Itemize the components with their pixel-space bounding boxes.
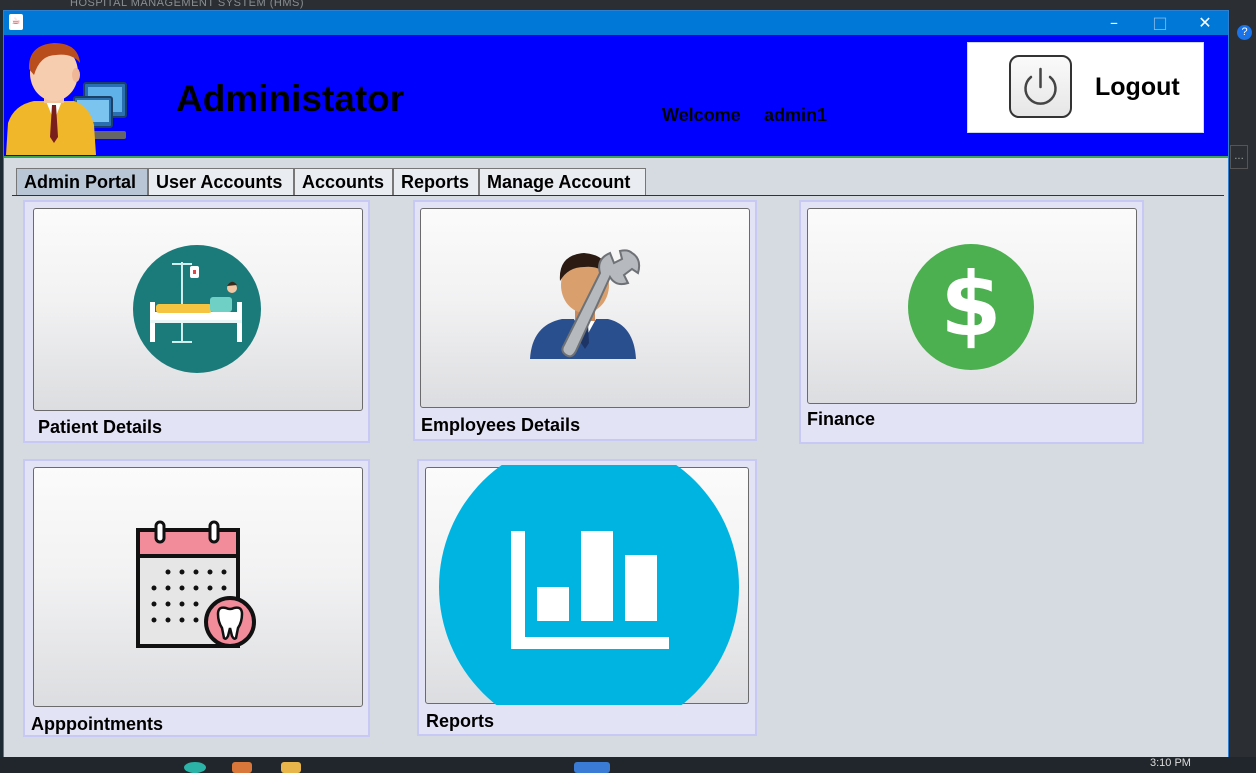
help-icon[interactable]: ? (1237, 25, 1252, 40)
reports-button[interactable] (425, 465, 749, 705)
background-more-button[interactable]: ... (1230, 145, 1248, 169)
page-title: Administator (176, 78, 405, 119)
app-window: ☕ – □ ✕ Administator Welcome admin1 Logo… (3, 10, 1229, 761)
patient-details-button[interactable] (33, 208, 363, 411)
bar-chart-icon (439, 465, 739, 705)
dollar-icon: $ (908, 244, 1034, 370)
tab-reports[interactable]: Reports (393, 168, 479, 195)
finance-panel: $ Finance (799, 200, 1144, 444)
maximize-button[interactable]: □ (1137, 11, 1183, 35)
appointments-button[interactable] (33, 467, 363, 707)
taskbar-app-icon[interactable] (232, 762, 252, 773)
tab-manage-account[interactable]: Manage Account (479, 168, 646, 195)
logout-label: Logout (1095, 73, 1180, 101)
title-bar: ☕ – □ ✕ (4, 11, 1228, 35)
employee-wrench-icon (530, 249, 641, 359)
java-app-icon: ☕ (9, 14, 23, 30)
reports-panel: Reports (417, 459, 757, 736)
appointments-panel: Apppointments (23, 459, 370, 737)
calendar-tooth-icon (136, 520, 256, 648)
employees-details-label: Employees Details (421, 415, 581, 435)
taskbar-clock: 3:10 PM (1150, 757, 1191, 769)
reports-label: Reports (426, 711, 495, 731)
admin-avatar-icon (6, 43, 127, 155)
welcome-label: Welcome (662, 105, 741, 125)
desktop-right-strip (1230, 0, 1256, 773)
username-label: admin1 (764, 105, 828, 125)
taskbar-active-app-icon[interactable] (574, 762, 610, 773)
hospital-bed-icon (133, 245, 261, 373)
close-button[interactable]: ✕ (1182, 11, 1228, 35)
content-area: Admin Portal User Accounts Accounts Repo… (4, 156, 1228, 761)
patient-details-panel: Patient Details (23, 200, 370, 443)
minimize-button[interactable]: – (1091, 11, 1137, 35)
patient-details-label: Patient Details (38, 417, 163, 437)
tab-divider (12, 195, 1224, 196)
finance-label: Finance (807, 409, 876, 429)
background-window-title: HOSPITAL MANAGEMENT SYSTEM (HMS) (70, 0, 304, 9)
tab-admin-portal[interactable]: Admin Portal (16, 168, 148, 195)
employees-details-button[interactable] (420, 208, 750, 408)
taskbar-folder-icon[interactable] (281, 762, 301, 773)
logout-button[interactable]: Logout (967, 42, 1204, 133)
svg-text:$: $ (940, 253, 1001, 356)
header-banner: Administator Welcome admin1 Logout (4, 35, 1228, 156)
finance-button[interactable]: $ (807, 208, 1137, 404)
appointments-label: Apppointments (31, 714, 163, 734)
tab-accounts[interactable]: Accounts (294, 168, 393, 195)
tab-user-accounts[interactable]: User Accounts (148, 168, 294, 195)
taskbar-app-icon[interactable] (184, 762, 206, 773)
employees-details-panel: Employees Details (413, 200, 757, 441)
power-icon (1009, 55, 1072, 118)
